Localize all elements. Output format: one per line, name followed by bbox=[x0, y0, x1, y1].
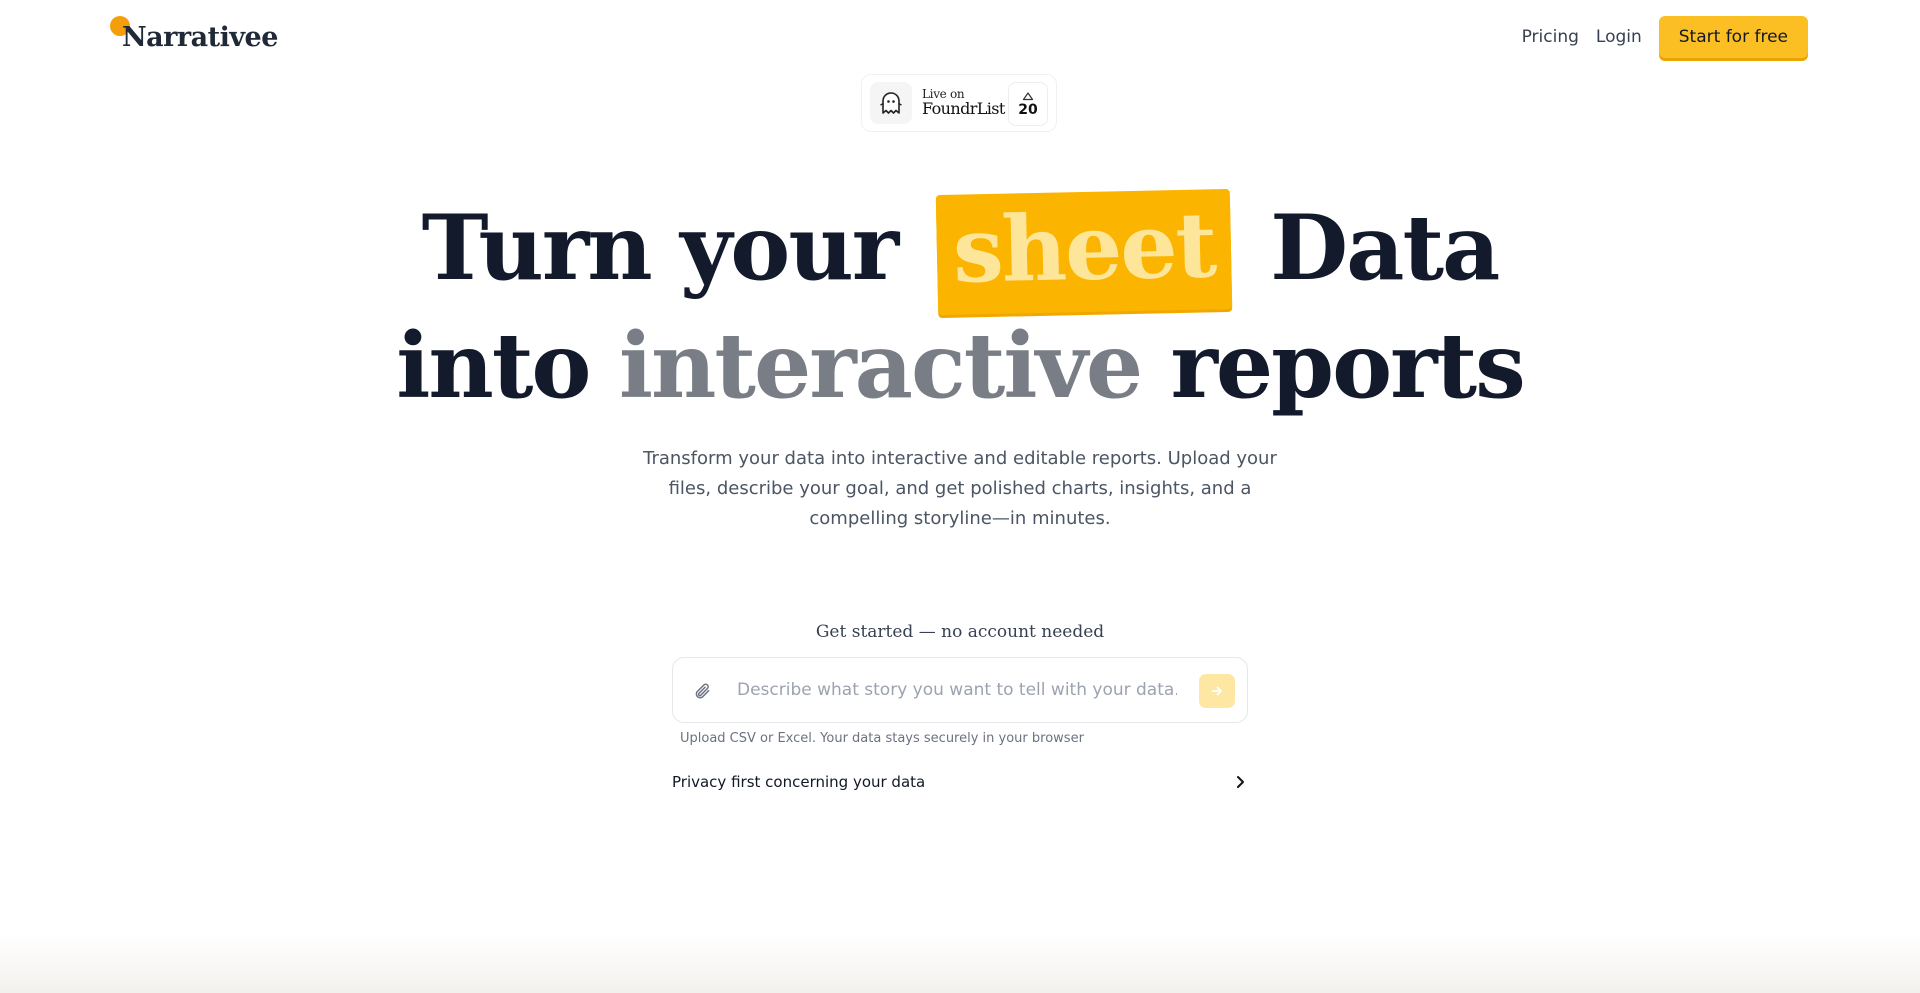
nav-login-link[interactable]: Login bbox=[1596, 27, 1642, 47]
hero-text: reports bbox=[1170, 313, 1525, 419]
hero-highlight: sheet bbox=[935, 188, 1232, 316]
privacy-accordion[interactable]: Privacy first concerning your data bbox=[672, 769, 1248, 795]
top-nav: Pricing Login Start for free bbox=[1522, 16, 1808, 58]
hero-text: into bbox=[396, 313, 591, 419]
story-prompt-input[interactable] bbox=[737, 658, 1177, 722]
brand-name: Narrativee bbox=[122, 22, 278, 53]
ghost-icon bbox=[870, 82, 912, 124]
hero-muted-word: interactive bbox=[618, 313, 1143, 419]
nav-pricing-link[interactable]: Pricing bbox=[1522, 27, 1579, 47]
upvote-count: 20 bbox=[1018, 101, 1038, 118]
get-started-heading: Get started — no account needed bbox=[815, 622, 1105, 642]
privacy-label: Privacy first concerning your data bbox=[672, 773, 926, 791]
start-for-free-button[interactable]: Start for free bbox=[1658, 16, 1808, 58]
brand-logo[interactable]: Narrativee bbox=[110, 14, 278, 53]
paperclip-icon[interactable] bbox=[693, 682, 711, 704]
hero-heading-line-1: Turn your sheet Data bbox=[0, 188, 1920, 316]
badge-text: Live on FoundrList bbox=[922, 88, 1005, 117]
upload-helper-text: Upload CSV or Excel. Your data stays sec… bbox=[680, 731, 1084, 746]
badge-foundrlist: FoundrList bbox=[922, 98, 1005, 118]
upvote-icon bbox=[1022, 91, 1034, 100]
site-header: Narrativee Pricing Login Start for free bbox=[0, 0, 1920, 72]
hero-text: Turn your bbox=[421, 195, 900, 301]
chevron-right-icon bbox=[1237, 776, 1244, 788]
hero-text: Data bbox=[1270, 195, 1500, 301]
foundrlist-badge[interactable]: Live on FoundrList 20 bbox=[861, 74, 1057, 132]
hero-subtitle: Transform your data into interactive and… bbox=[643, 448, 1277, 529]
bottom-fade bbox=[0, 933, 1920, 993]
arrow-right-icon bbox=[1211, 686, 1222, 696]
upvote-counter[interactable]: 20 bbox=[1008, 82, 1048, 126]
hero-heading-line-2: into interactive reports bbox=[0, 313, 1920, 419]
story-input-box bbox=[672, 657, 1248, 723]
send-button[interactable] bbox=[1199, 674, 1235, 708]
